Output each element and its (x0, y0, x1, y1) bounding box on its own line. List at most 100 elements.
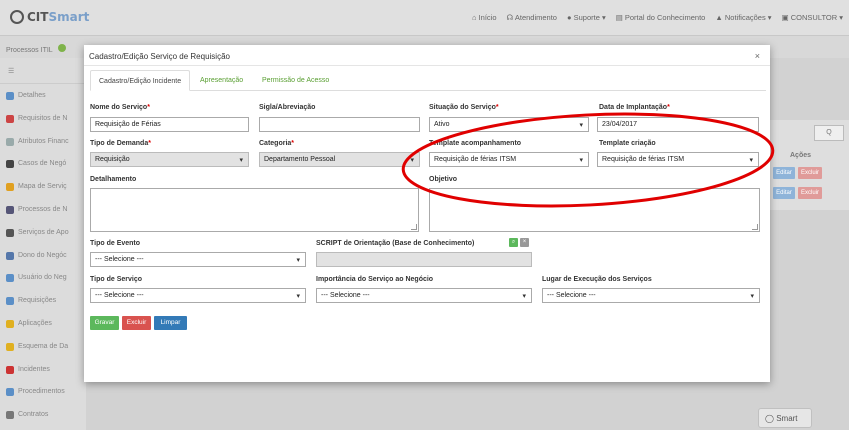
delete-button[interactable]: Excluir (798, 167, 822, 179)
sidebar-item[interactable]: Dono do Negóc (0, 244, 86, 267)
sidebar-item-icon (6, 114, 14, 123)
sidebar-menu-toggle[interactable]: ☰ (0, 58, 86, 84)
detalhamento-label: Detalhamento (90, 176, 137, 183)
sidebar-item-icon (6, 297, 14, 306)
acoes-header: Ações (790, 152, 812, 159)
sidebar-item[interactable]: Requisitos de N (0, 107, 86, 130)
top-navigation: ⌂ Início ☊ Atendimento ● Suporte ▾ ▤ Por… (472, 13, 843, 22)
sigla-input[interactable] (259, 117, 420, 132)
clear-button[interactable]: Limpar (154, 316, 187, 330)
sigla-label: Sigla/Abreviação (259, 104, 316, 111)
template-acompanhamento-label: Template acompanhamento (429, 140, 522, 147)
sidebar-item-label: Atributos Financ (18, 137, 69, 145)
importancia-select[interactable]: --- Selecione --- (316, 288, 532, 303)
sidebar-item-icon (6, 411, 14, 420)
data-implantacao-label: Data de Implantação* (599, 104, 670, 111)
sidebar-item[interactable]: Procedimentos (0, 380, 86, 403)
sidebar-item-label: Serviços de Apo (18, 228, 69, 236)
nav-atendimento[interactable]: ☊ Atendimento (507, 13, 557, 22)
template-criacao-label: Template criação (599, 140, 656, 147)
sidebar-item-label: Procedimentos (18, 388, 65, 396)
delete-button[interactable]: Excluir (798, 187, 822, 199)
smart-assistant-button[interactable]: ◯ Smart (758, 408, 812, 428)
sidebar-item-icon (6, 137, 14, 146)
search-icon[interactable]: ⌕ (509, 238, 518, 247)
modal-tabs: Cadastro/Edição Incidente Apresentação P… (90, 70, 766, 91)
tipo-servico-select[interactable]: --- Selecione --- (90, 288, 306, 303)
sidebar-item[interactable]: Serviços de Apo (0, 221, 86, 244)
sidebar-item[interactable]: Requisições (0, 289, 86, 312)
template-criacao-select[interactable]: Requisição de férias ITSM (597, 152, 759, 167)
sidebar-item[interactable]: Usuário do Neg (0, 266, 86, 289)
sidebar-item[interactable]: Esquema de Da (0, 335, 86, 358)
sidebar-item-icon (6, 92, 14, 100)
sidebar-item[interactable]: Incidentes (0, 358, 86, 381)
tab-apresentacao[interactable]: Apresentação (192, 70, 251, 91)
sidebar-item-icon (6, 160, 14, 169)
search-icon[interactable]: Q (814, 125, 844, 141)
sidebar-item-icon (6, 205, 14, 214)
sidebar-item-label: Contratos (18, 411, 49, 419)
tipo-evento-select[interactable]: --- Selecione --- (90, 252, 306, 267)
delete-button[interactable]: Excluir (122, 316, 151, 330)
importancia-label: Importância do Serviço ao Negócio (316, 276, 434, 283)
sidebar-item-icon (6, 251, 14, 260)
lugar-execucao-select[interactable]: --- Selecione --- (542, 288, 760, 303)
sidebar-item[interactable]: Atributos Financ (0, 130, 86, 153)
tab-permissao-acesso[interactable]: Permissão de Acesso (254, 70, 337, 91)
sidebar-item-label: Mapa de Serviç (18, 183, 67, 191)
sidebar-item-icon (6, 388, 14, 397)
sidebar-item-label: Requisitos de N (18, 114, 68, 122)
modal-header: Cadastro/Edição Serviço de Requisição × (84, 45, 770, 66)
sidebar-item-label: Usuário do Neg (18, 274, 67, 282)
sidebar-item-icon (6, 365, 14, 374)
process-bar-label: Processos ITIL (6, 47, 53, 54)
nav-suporte[interactable]: ● Suporte ▾ (567, 13, 606, 22)
sidebar-item-label: Detalhes (18, 92, 46, 99)
sidebar-item-icon (6, 183, 14, 192)
nav-user-menu[interactable]: ▣ CONSULTOR ▾ (782, 13, 843, 22)
edit-button[interactable]: Editar (773, 187, 795, 199)
lugar-execucao-label: Lugar de Execução dos Serviços (542, 276, 652, 283)
edit-button[interactable]: Editar (773, 167, 795, 179)
sidebar-item-label: Casos de Negó (18, 160, 67, 168)
sidebar-item[interactable]: Casos de Negó (0, 152, 86, 175)
objetivo-textarea[interactable] (429, 188, 760, 232)
nav-portal-conhecimento[interactable]: ▤ Portal do Conhecimento (616, 13, 706, 22)
template-acompanhamento-select[interactable]: Requisição de férias ITSM (429, 152, 589, 167)
script-label: SCRIPT de Orientação (Base de Conhecimen… (316, 240, 475, 247)
sidebar-item[interactable]: Mapa de Serviç (0, 175, 86, 198)
tipo-servico-label: Tipo de Serviço (90, 276, 142, 283)
tipo-demanda-select[interactable]: Requisição (90, 152, 249, 167)
sidebar-item-label: Processos de N (18, 205, 68, 213)
data-implantacao-input[interactable]: 23/04/2017 (597, 117, 759, 132)
nav-notificacoes[interactable]: ▲ Notificações ▾ (715, 13, 771, 22)
sidebar-item-icon (6, 342, 14, 351)
nav-home[interactable]: ⌂ Início (472, 13, 497, 22)
detalhamento-textarea[interactable] (90, 188, 419, 232)
save-button[interactable]: Gravar (90, 316, 119, 330)
step-dot-icon[interactable] (58, 44, 67, 52)
sidebar-item[interactable]: Processos de N (0, 198, 86, 221)
app-logo[interactable]: CITSmart (10, 10, 89, 24)
script-input[interactable] (316, 252, 532, 267)
smart-icon: ◯ (765, 414, 774, 423)
top-bar: CITSmart ⌂ Início ☊ Atendimento ● Suport… (0, 0, 849, 36)
objetivo-label: Objetivo (429, 176, 458, 183)
close-icon[interactable]: × (755, 51, 760, 61)
nome-servico-input[interactable]: Requisição de Férias (90, 117, 249, 132)
clear-icon[interactable]: × (520, 238, 529, 247)
sidebar-item-label: Requisições (18, 297, 57, 305)
sidebar-item[interactable]: Detalhes (0, 84, 86, 107)
logo-icon (10, 10, 24, 24)
tab-cadastro-edicao[interactable]: Cadastro/Edição Incidente (90, 70, 191, 91)
sidebar-item-label: Incidentes (18, 365, 50, 373)
categoria-select[interactable]: Departamento Pessoal (259, 152, 420, 167)
sidebar-item[interactable]: Aplicações (0, 312, 86, 335)
situacao-select[interactable]: Ativo (429, 117, 589, 132)
sidebar-item-label: Dono do Negóc (18, 251, 67, 259)
sidebar-item-icon (6, 228, 14, 237)
sidebar-item-icon (6, 274, 14, 283)
sidebar-item[interactable]: Contratos (0, 403, 86, 426)
situacao-label: Situação do Serviço* (429, 104, 499, 111)
